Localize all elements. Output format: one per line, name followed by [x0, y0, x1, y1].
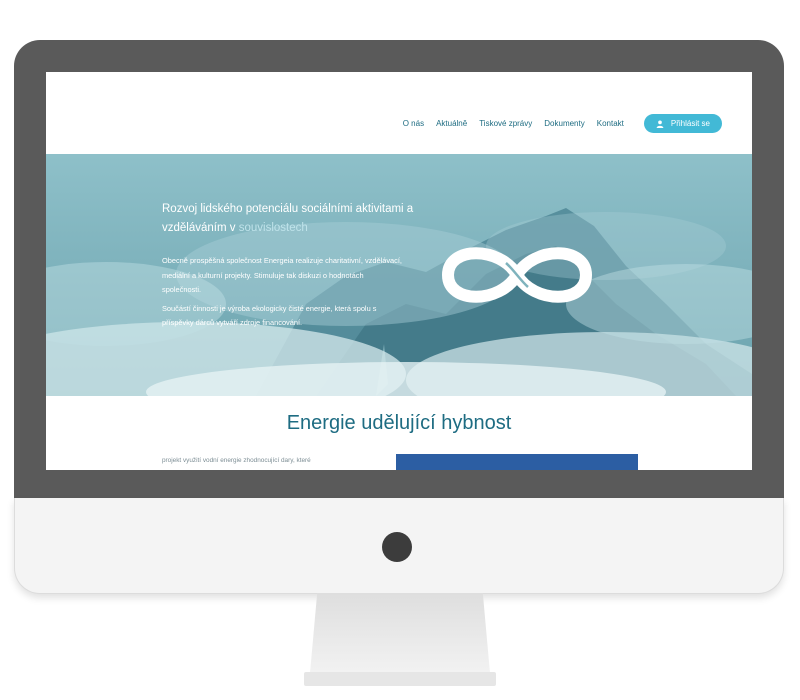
- nav-item-tiskove-zpravy[interactable]: Tiskové zprávy: [479, 119, 532, 128]
- site-header: O nás Aktuálně Tiskové zprávy Dokumenty …: [46, 72, 752, 154]
- monitor-stand-base: [304, 672, 496, 686]
- section-intro-text: projekt využití vodní energie zhodnocují…: [162, 457, 311, 464]
- nav-item-kontakt[interactable]: Kontakt: [597, 119, 624, 128]
- hero-banner: Rozvoj lidského potenciálu sociálními ak…: [46, 154, 752, 396]
- user-icon: [656, 120, 664, 128]
- nav-item-o-nas[interactable]: O nás: [403, 119, 424, 128]
- power-button-icon: [382, 532, 412, 562]
- website-screen: O nás Aktuálně Tiskové zprávy Dokumenty …: [46, 72, 752, 470]
- section-title: Energie udělující hybnost: [286, 412, 512, 434]
- hero-description: Obecně prospěšná společnost Energeia rea…: [162, 254, 402, 335]
- monitor-stand: [310, 593, 490, 673]
- nav-item-aktualne[interactable]: Aktuálně: [436, 119, 467, 128]
- hero-heading-accent: souvislostech: [238, 222, 308, 234]
- hero-paragraph-1: Obecně prospěšná společnost Energeia rea…: [162, 256, 402, 295]
- nav-item-dokumenty[interactable]: Dokumenty: [544, 119, 584, 128]
- login-button[interactable]: Přihlásit se: [643, 114, 722, 133]
- login-button-label: Přihlásit se: [670, 119, 710, 128]
- blue-media-panel: [396, 454, 638, 470]
- main-nav: O nás Aktuálně Tiskové zprávy Dokumenty …: [403, 114, 722, 133]
- infinity-logo-icon: [441, 247, 593, 303]
- hero-heading: Rozvoj lidského potenciálu sociálními ak…: [162, 200, 422, 238]
- hero-paragraph-2: Součástí činnosti je výroba ekologicky č…: [162, 303, 377, 328]
